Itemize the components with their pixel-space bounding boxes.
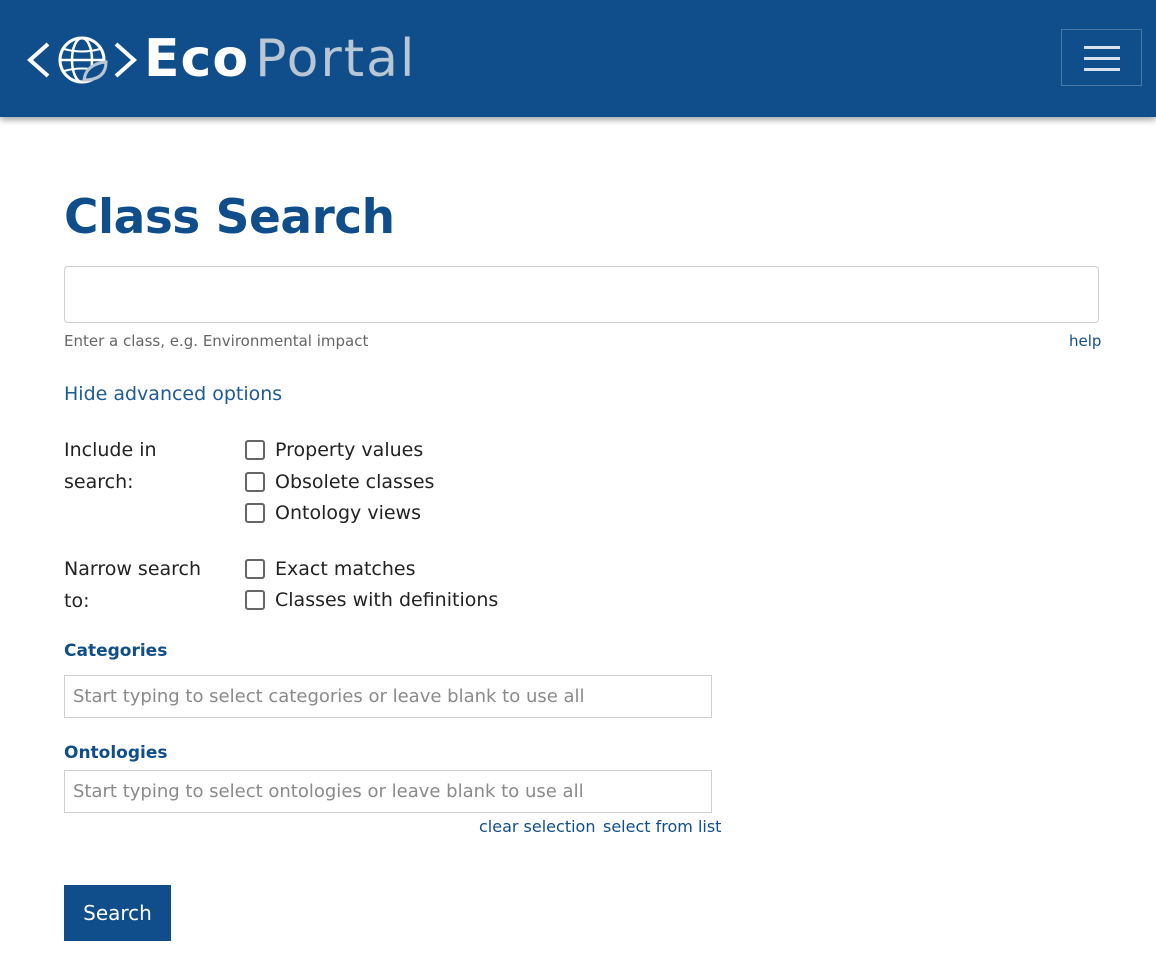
exact-matches-checkbox[interactable] bbox=[245, 559, 265, 579]
ontologies-label: Ontologies bbox=[64, 743, 168, 763]
classes-with-definitions-checkbox[interactable] bbox=[245, 590, 265, 610]
option-ontology-views[interactable]: Ontology views bbox=[245, 499, 421, 527]
top-navbar: Eco Portal bbox=[0, 0, 1156, 117]
option-label: Classes with definitions bbox=[275, 589, 499, 611]
class-search-input[interactable] bbox=[64, 266, 1099, 323]
property-values-checkbox[interactable] bbox=[245, 440, 265, 460]
option-label: Ontology views bbox=[275, 502, 421, 524]
option-classes-with-definitions[interactable]: Classes with definitions bbox=[245, 586, 498, 614]
option-label: Property values bbox=[275, 439, 424, 461]
menu-toggle-button[interactable] bbox=[1061, 29, 1142, 86]
ontologies-input[interactable] bbox=[64, 770, 712, 813]
search-hint: Enter a class, e.g. Environmental impact bbox=[64, 332, 369, 350]
brand-name-bold: Eco bbox=[144, 29, 250, 89]
obsolete-classes-checkbox[interactable] bbox=[245, 472, 265, 492]
ontology-views-checkbox[interactable] bbox=[245, 503, 265, 523]
categories-input[interactable] bbox=[64, 675, 712, 718]
page-title: Class Search bbox=[64, 190, 395, 245]
option-label: Obsolete classes bbox=[275, 471, 435, 493]
categories-label: Categories bbox=[64, 641, 168, 661]
select-from-list-link[interactable]: select from list bbox=[603, 817, 721, 836]
search-button[interactable]: Search bbox=[64, 885, 171, 941]
option-exact-matches[interactable]: Exact matches bbox=[245, 555, 416, 583]
option-property-values[interactable]: Property values bbox=[245, 436, 423, 464]
option-label: Exact matches bbox=[275, 558, 416, 580]
include-in-search-label: Include in search: bbox=[64, 439, 157, 493]
clear-selection-link[interactable]: clear selection bbox=[479, 817, 595, 836]
globe-leaf-icon bbox=[26, 36, 138, 84]
toggle-advanced-options-link[interactable]: Hide advanced options bbox=[64, 383, 282, 405]
help-link[interactable]: help bbox=[1069, 332, 1101, 350]
option-obsolete-classes[interactable]: Obsolete classes bbox=[245, 468, 434, 496]
brand-name-light: Portal bbox=[255, 29, 417, 89]
ecoportal-logo[interactable]: Eco Portal bbox=[26, 29, 417, 89]
narrow-search-label: Narrow search to: bbox=[64, 558, 202, 612]
